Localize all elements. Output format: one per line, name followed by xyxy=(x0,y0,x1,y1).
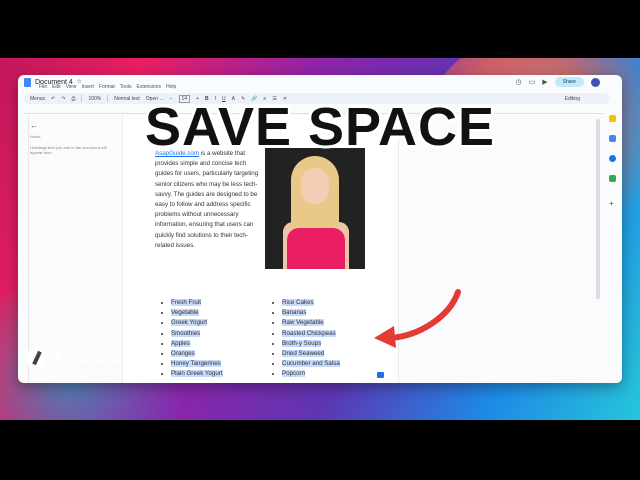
maps-icon[interactable] xyxy=(609,175,616,182)
avatar[interactable] xyxy=(591,77,600,87)
menu-file[interactable]: File xyxy=(39,84,47,90)
list-item[interactable]: Fresh Fruit xyxy=(171,298,223,308)
docs-logo-icon[interactable] xyxy=(24,77,31,87)
list-item[interactable]: Cucumber and Salsa xyxy=(282,359,340,369)
menu-view[interactable]: View xyxy=(66,84,77,90)
red-arrow-icon xyxy=(374,289,461,348)
logo-text: AsapGuide xyxy=(52,348,142,367)
menu-bar: File Edit View Insert Format Tools Exten… xyxy=(39,84,176,90)
logo-icon xyxy=(26,347,48,369)
menu-edit[interactable]: Edit xyxy=(52,84,61,90)
list-item[interactable]: Raw Vegetable xyxy=(282,318,340,328)
menu-insert[interactable]: Insert xyxy=(81,84,94,90)
list-item[interactable]: Honey Tangerines xyxy=(171,359,223,369)
image-face xyxy=(301,168,329,204)
intro-paragraph[interactable]: AsapGuide.com is a website that provides… xyxy=(155,149,260,251)
list-item[interactable]: Popcorn xyxy=(282,369,340,379)
headline: SAVE SPACE xyxy=(144,97,496,157)
meet-icon[interactable]: ▶ xyxy=(542,78,547,86)
paragraph-text: is a website that provides simple and co… xyxy=(155,150,259,249)
list-item[interactable]: Rice Cakes xyxy=(282,298,340,308)
list-item[interactable]: Roasted Chickpeas xyxy=(282,329,340,339)
image-dress xyxy=(287,228,345,269)
header-tools: ◷ ▭ ▶ Share xyxy=(516,77,600,87)
menu-tools[interactable]: Tools xyxy=(120,84,132,90)
menu-help[interactable]: Help xyxy=(166,84,176,90)
history-icon[interactable]: ◷ xyxy=(516,78,522,86)
list-item[interactable]: Greek Yogurt xyxy=(171,318,223,328)
menu-format[interactable]: Format xyxy=(99,84,115,90)
asapguide-logo: AsapGuide xyxy=(26,347,142,369)
add-icon[interactable]: + xyxy=(609,200,616,208)
menu-extensions[interactable]: Extensions xyxy=(136,84,160,90)
comment-history-icon[interactable]: ▭ xyxy=(529,78,536,86)
list-item[interactable]: Apples xyxy=(171,339,223,349)
list-item[interactable]: Bananas xyxy=(282,308,340,318)
list-item[interactable]: Vegetable xyxy=(171,308,223,318)
list-item[interactable]: Broth-y Soups xyxy=(282,339,340,349)
share-button[interactable]: Share xyxy=(554,77,584,87)
portrait-image[interactable] xyxy=(265,148,365,269)
list-item[interactable]: Smoothies xyxy=(171,329,223,339)
list-item[interactable]: Dried Seaweed xyxy=(282,349,340,359)
food-list-left: Fresh Fruit Vegetable Greek Yogurt Smoot… xyxy=(157,298,223,380)
food-list-right: Rice Cakes Bananas Raw Vegetable Roasted… xyxy=(268,298,340,380)
list-item[interactable]: Plain Greek Yogurt xyxy=(171,369,223,379)
list-item[interactable]: Oranges xyxy=(171,349,223,359)
comment-icon[interactable] xyxy=(377,372,384,378)
